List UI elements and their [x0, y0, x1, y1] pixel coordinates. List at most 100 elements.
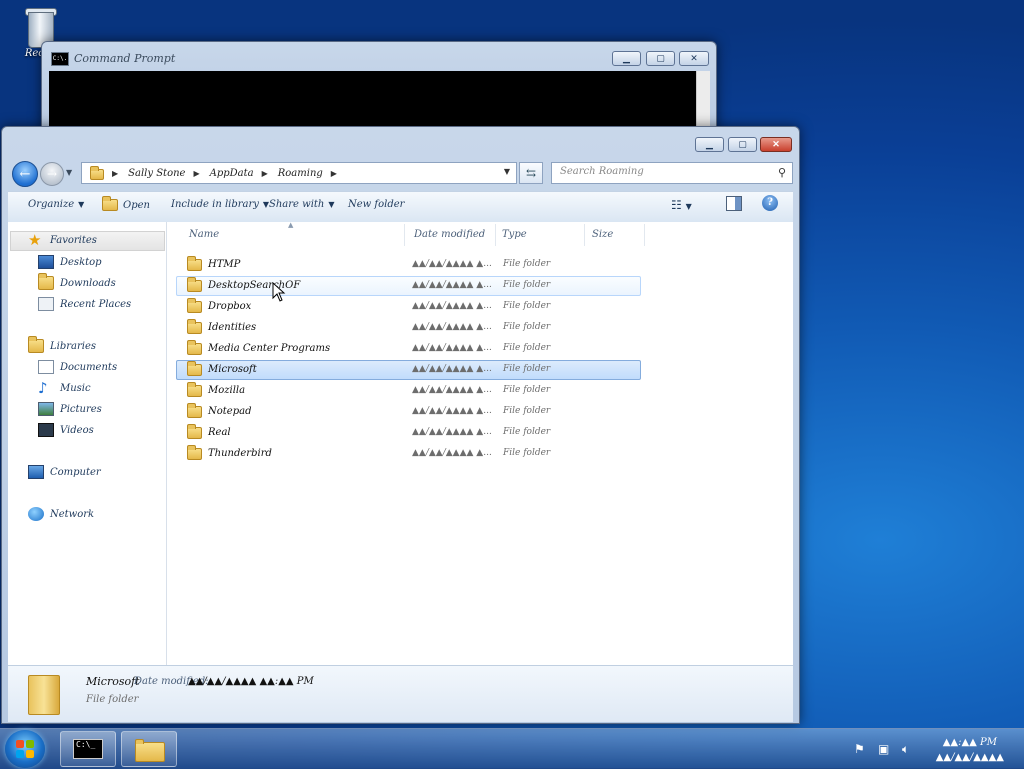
column-divider[interactable] — [404, 224, 405, 246]
file-row-microsoft[interactable]: Microsoft ▲▲/▲▲/▲▲▲▲ ▲... File folder — [176, 360, 641, 380]
file-row-dropbox[interactable]: Dropbox ▲▲/▲▲/▲▲▲▲ ▲... File folder — [176, 297, 641, 317]
volume-icon[interactable]: 🔈︎ — [902, 742, 909, 757]
new-folder-label: New folder — [348, 199, 405, 210]
details-type: File folder — [86, 694, 139, 705]
open-folder-icon — [102, 196, 118, 211]
nav-videos[interactable]: Videos — [38, 423, 94, 437]
nav-music[interactable]: ♪ Music — [38, 381, 91, 396]
file-type: File folder — [503, 280, 551, 290]
column-divider[interactable] — [584, 224, 585, 246]
open-button[interactable]: Open — [102, 196, 150, 211]
action-center-flag-icon[interactable]: ⚑ — [854, 742, 865, 756]
maximize-button[interactable]: ▢ — [728, 137, 757, 152]
history-dropdown-icon[interactable]: ▼ — [66, 168, 72, 177]
file-name: Microsoft — [208, 364, 257, 375]
nav-favorites[interactable]: ★ Favorites — [28, 231, 97, 249]
network-icon — [28, 507, 44, 521]
address-bar[interactable]: ▶ Sally Stone ▶ AppData ▶ Roaming ▶ ▼ — [81, 162, 517, 184]
minimize-button[interactable]: ▁ — [695, 137, 724, 152]
breadcrumb-sally-stone[interactable]: Sally Stone — [128, 168, 185, 179]
network-tray-icon[interactable]: ▣ — [878, 742, 889, 756]
nav-computer[interactable]: Computer — [28, 465, 101, 479]
refresh-button[interactable]: ⇆ — [519, 162, 543, 184]
search-placeholder: Search Roaming — [560, 166, 644, 177]
close-button[interactable]: ✕ — [760, 137, 792, 152]
new-folder-button[interactable]: New folder — [348, 199, 404, 210]
breadcrumb-arrow-icon[interactable]: ▶ — [331, 169, 337, 178]
navigation-pane: ★ Favorites Desktop Downloads Recent Plac… — [8, 222, 167, 665]
forward-button[interactable]: → — [40, 162, 64, 186]
file-type: File folder — [503, 427, 551, 437]
nav-libraries[interactable]: Libraries — [28, 336, 97, 353]
file-row-media-center-programs[interactable]: Media Center Programs ▲▲/▲▲/▲▲▲▲ ▲... File… — [176, 339, 641, 359]
file-row-mozilla[interactable]: Mozilla ▲▲/▲▲/▲▲▲▲ ▲... File folder — [176, 381, 641, 401]
star-icon: ★ — [28, 231, 42, 249]
nav-desktop[interactable]: Desktop — [38, 255, 102, 269]
start-button[interactable] — [5, 730, 45, 768]
details-modified-value: ▲▲/▲▲/▲▲▲▲ ▲▲:▲▲ PM — [188, 676, 314, 687]
column-divider[interactable] — [644, 224, 645, 246]
breadcrumb-arrow-icon[interactable]: ▶ — [112, 169, 118, 178]
column-divider[interactable] — [495, 224, 496, 246]
nav-music-label: Music — [60, 382, 91, 394]
breadcrumb-roaming[interactable]: Roaming — [278, 168, 323, 179]
explorer-window[interactable]: ▁ ▢ ✕ ← → ▼ ▶ Sally Stone ▶ AppData ▶ Ro… — [1, 126, 800, 724]
nav-network[interactable]: Network — [28, 507, 94, 521]
nav-network-label: Network — [50, 508, 95, 520]
file-date: ▲▲/▲▲/▲▲▲▲ ▲... — [412, 259, 492, 269]
file-row-notepad[interactable]: Notepad ▲▲/▲▲/▲▲▲▲ ▲... File folder — [176, 402, 641, 422]
taskbar-explorer-button[interactable] — [121, 731, 177, 767]
nav-libraries-label: Libraries — [50, 340, 97, 352]
nav-pictures[interactable]: Pictures — [38, 402, 102, 416]
chevron-down-icon: ▼ — [328, 200, 335, 209]
file-type: File folder — [503, 301, 551, 311]
file-row-htmp[interactable]: HTMP ▲▲/▲▲/▲▲▲▲ ▲... File folder — [176, 255, 641, 275]
file-row-thunderbird[interactable]: Thunderbird ▲▲/▲▲/▲▲▲▲ ▲... File folder — [176, 444, 641, 464]
breadcrumb-arrow-icon[interactable]: ▶ — [193, 169, 199, 178]
organize-button[interactable]: Organize ▼ — [28, 199, 84, 210]
share-with-button[interactable]: Share with ▼ — [269, 199, 335, 210]
file-name: Mozilla — [208, 385, 246, 396]
column-size[interactable]: Size — [592, 229, 613, 240]
nav-recent-places[interactable]: Recent Places — [38, 297, 131, 311]
nav-downloads[interactable]: Downloads — [38, 273, 116, 290]
include-in-library-button[interactable]: Include in library ▼ — [171, 199, 269, 210]
column-name[interactable]: Name — [189, 229, 219, 240]
cmd-minimize-button[interactable]: ▁ — [612, 51, 641, 66]
folder-icon — [187, 277, 202, 292]
search-input[interactable]: Search Roaming ⚲ — [551, 162, 793, 184]
nav-recent-places-label: Recent Places — [60, 298, 132, 310]
address-dropdown-icon[interactable]: ▼ — [504, 167, 510, 176]
nav-videos-label: Videos — [60, 424, 94, 436]
breadcrumb-appdata[interactable]: AppData — [210, 168, 254, 179]
file-date: ▲▲/▲▲/▲▲▲▲ ▲... — [412, 301, 492, 311]
column-date-modified[interactable]: Date modified — [414, 229, 485, 240]
libraries-icon — [28, 336, 44, 353]
cmd-icon: C:\. — [51, 52, 69, 66]
recent-places-icon — [38, 297, 54, 311]
share-with-label: Share with — [269, 199, 325, 210]
navigation-bar: ← → ▼ ▶ Sally Stone ▶ AppData ▶ Roaming … — [8, 159, 793, 189]
file-row-identities[interactable]: Identities ▲▲/▲▲/▲▲▲▲ ▲... File folder — [176, 318, 641, 338]
file-type: File folder — [503, 406, 551, 416]
back-button[interactable]: ← — [12, 161, 38, 187]
view-options-icon[interactable]: ☷ ▼ — [671, 198, 692, 212]
file-row-desktopsearch[interactable]: DesktopSearchOF ▲▲/▲▲/▲▲▲▲ ▲... File folde… — [176, 276, 641, 296]
file-name: Media Center Programs — [208, 343, 331, 354]
column-type[interactable]: Type — [502, 229, 527, 240]
file-date: ▲▲/▲▲/▲▲▲▲ ▲... — [412, 364, 492, 374]
cmd-maximize-button[interactable]: ▢ — [646, 51, 675, 66]
system-clock[interactable]: ▲▲:▲▲ PM ▲▲/▲▲/▲▲▲▲ — [936, 735, 1004, 765]
cmd-close-button[interactable]: ✕ — [679, 51, 709, 66]
help-icon[interactable]: ? — [762, 195, 778, 211]
nav-pictures-label: Pictures — [60, 403, 102, 415]
taskbar-cmd-button[interactable]: C:\_ — [60, 731, 116, 767]
preview-pane-icon[interactable] — [726, 196, 742, 211]
file-row-real[interactable]: Real ▲▲/▲▲/▲▲▲▲ ▲... File folder — [176, 423, 641, 443]
clock-date: ▲▲/▲▲/▲▲▲▲ — [935, 752, 1004, 763]
folder-icon — [187, 319, 202, 334]
folder-icon — [187, 361, 202, 376]
file-type: File folder — [503, 364, 551, 374]
nav-documents[interactable]: Documents — [38, 360, 117, 374]
breadcrumb-arrow-icon[interactable]: ▶ — [262, 169, 268, 178]
